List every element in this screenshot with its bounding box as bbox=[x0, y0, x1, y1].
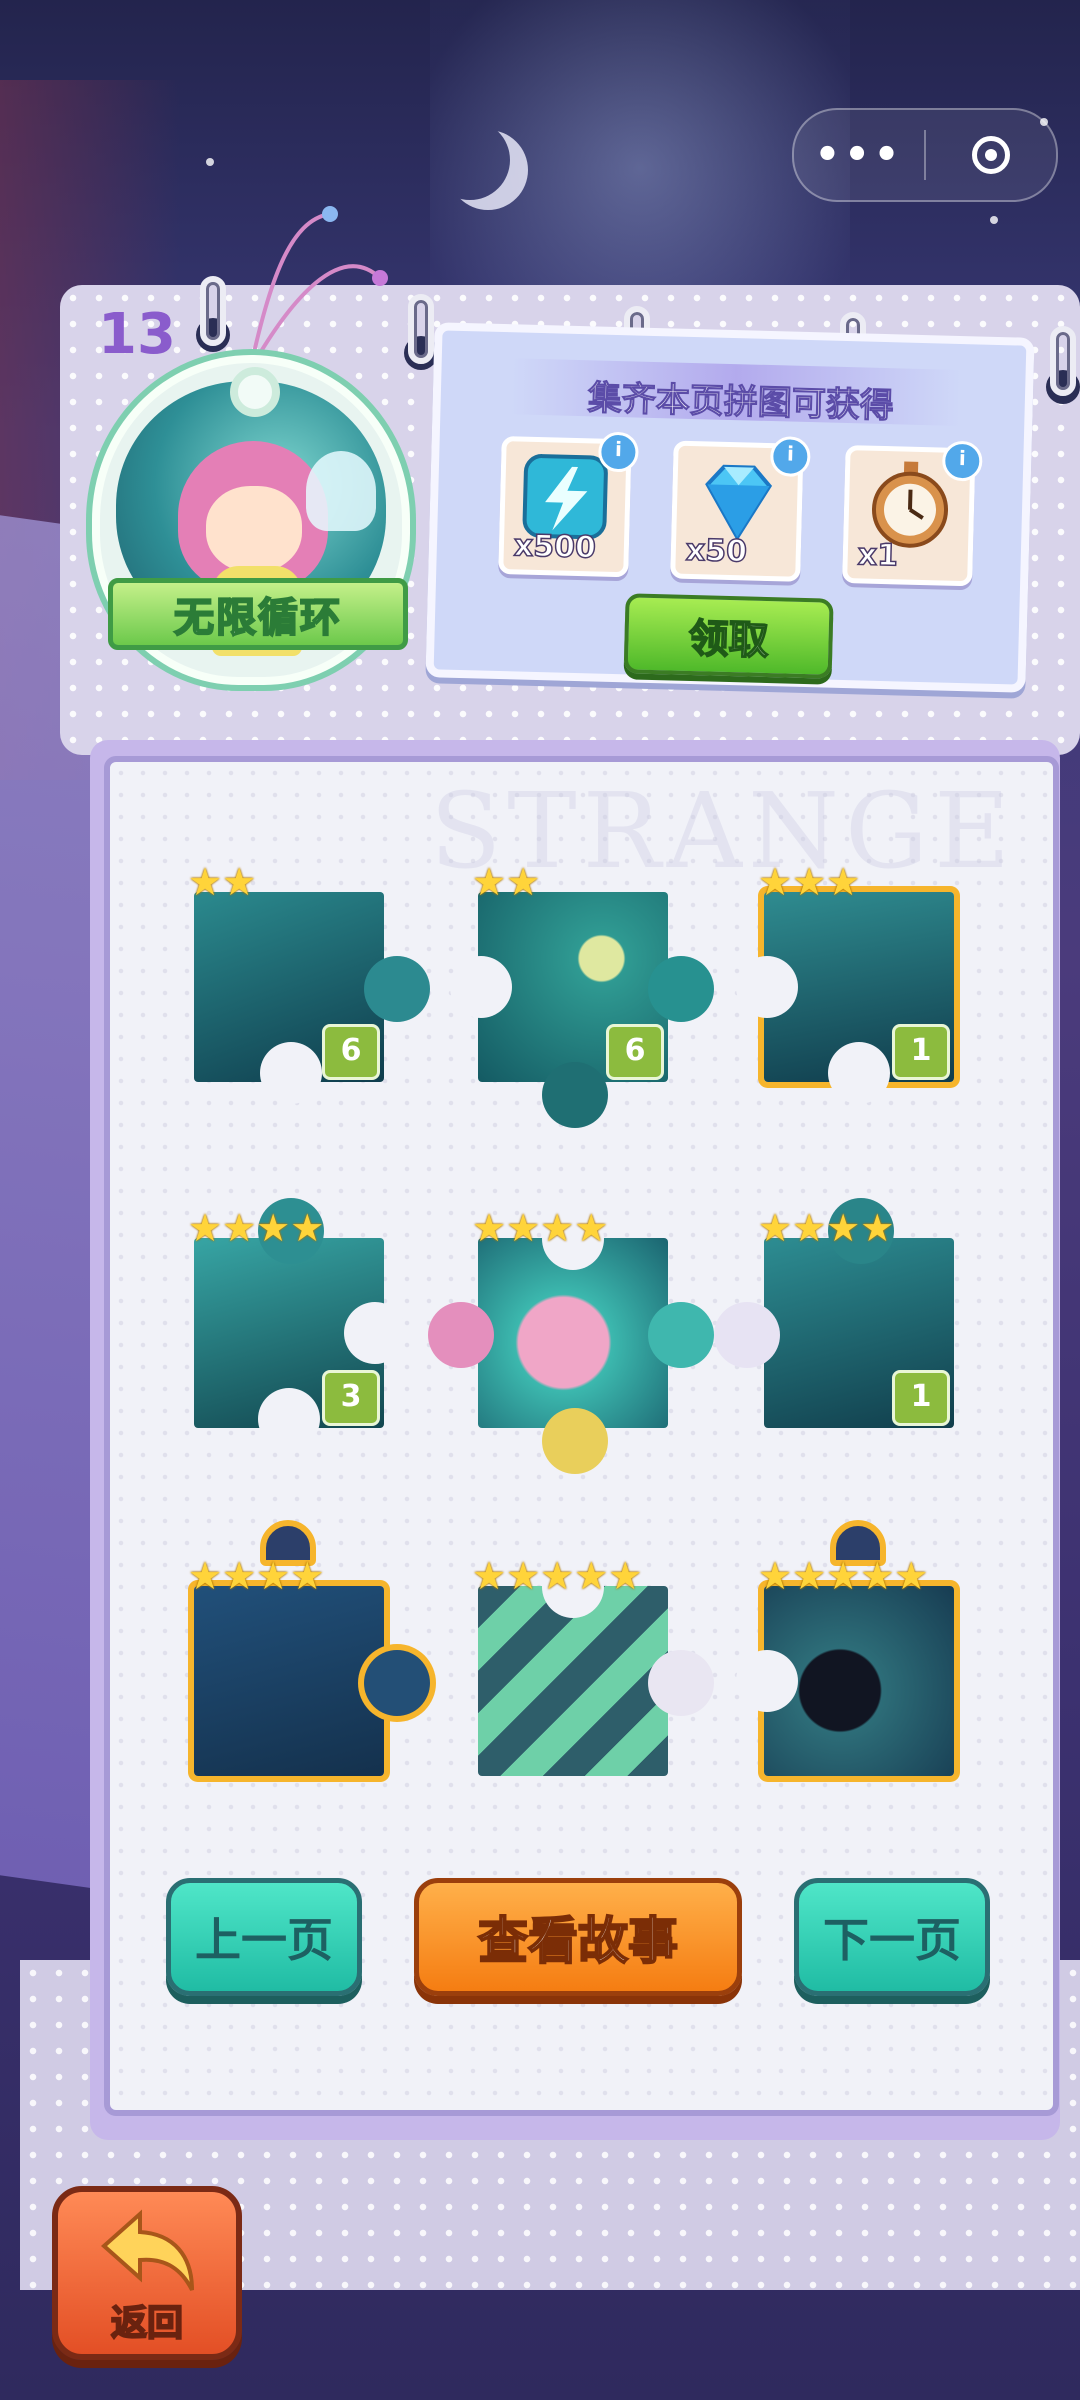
return-arrow-icon bbox=[100, 2209, 194, 2291]
star-rating: ★★ bbox=[472, 860, 541, 904]
reward-qty: x50 bbox=[685, 532, 749, 570]
sparkle bbox=[206, 158, 214, 166]
spiral-ring bbox=[1050, 326, 1076, 396]
reward-item-stopwatch[interactable]: x1 i bbox=[842, 440, 983, 587]
puzzle-tab bbox=[714, 1302, 780, 1368]
star-rating: ★★★★★ bbox=[472, 1554, 643, 1598]
piece-count-badge: 1 bbox=[892, 1370, 950, 1426]
piece-count-badge: 6 bbox=[606, 1024, 664, 1080]
miniprogram-capsule: ••• bbox=[792, 108, 1058, 202]
ghost-character bbox=[306, 451, 376, 531]
reward-item-diamond[interactable]: x50 i bbox=[670, 436, 811, 582]
next-page-button[interactable]: 下一页 bbox=[794, 1878, 990, 1996]
puzzle-tab bbox=[648, 1650, 714, 1716]
puzzle-notch bbox=[828, 1042, 890, 1104]
puzzle-piece-5[interactable]: ★★★★ bbox=[428, 1208, 714, 1474]
star-rating: ★★★★ bbox=[188, 1554, 325, 1598]
puzzle-tab bbox=[364, 1650, 430, 1716]
star-rating: ★★★ bbox=[758, 860, 861, 904]
puzzle-notch bbox=[344, 1302, 406, 1364]
star-rating: ★★★★ bbox=[472, 1206, 609, 1250]
puzzle-piece-9[interactable]: ★★★★★ bbox=[736, 1520, 964, 1786]
back-label: 返回 bbox=[110, 2302, 184, 2345]
star-rating: ★★ bbox=[188, 860, 257, 904]
info-icon[interactable]: i bbox=[597, 431, 639, 473]
star-rating: ★★★★ bbox=[758, 1206, 895, 1250]
puzzle-notch bbox=[260, 1042, 322, 1104]
reward-card: 集齐本页拼图可获得 x500 i x50 i x1 i 领取 bbox=[425, 322, 1035, 693]
puzzle-piece-8[interactable]: ★★★★★ bbox=[472, 1556, 714, 1786]
star-rating: ★★★★ bbox=[188, 1206, 325, 1250]
puzzle-notch bbox=[258, 1388, 320, 1450]
back-button[interactable]: 返回 bbox=[52, 2186, 242, 2360]
girl-face bbox=[206, 486, 302, 572]
view-story-button[interactable]: 查看故事 bbox=[414, 1878, 742, 1996]
background-moon bbox=[430, 120, 510, 200]
puzzle-piece-1[interactable]: ★★ 6 bbox=[188, 862, 430, 1104]
previous-page-button[interactable]: 上一页 bbox=[166, 1878, 362, 1996]
puzzle-tab bbox=[648, 956, 714, 1022]
puzzle-piece-2[interactable]: ★★ 6 bbox=[450, 862, 714, 1128]
spiral-ring bbox=[408, 294, 434, 364]
sparkle bbox=[990, 216, 998, 224]
puzzle-notch bbox=[736, 1650, 798, 1712]
puzzle-tab bbox=[364, 956, 430, 1022]
more-dots-icon[interactable]: ••• bbox=[794, 135, 924, 175]
puzzle-tab bbox=[648, 1302, 714, 1368]
puzzle-tab bbox=[542, 1408, 608, 1474]
info-icon[interactable]: i bbox=[941, 440, 983, 482]
piece-count-badge: 6 bbox=[322, 1024, 380, 1080]
puzzle-piece-3[interactable]: ★★★ 1 bbox=[736, 862, 964, 1104]
piece-count-badge: 1 bbox=[892, 1024, 950, 1080]
reward-qty: x500 bbox=[513, 528, 597, 567]
chapter-name-ribbon: 无限循环 bbox=[108, 578, 408, 650]
info-icon[interactable]: i bbox=[769, 436, 811, 478]
puzzle-tab bbox=[542, 1062, 608, 1128]
chapter-number: 13 bbox=[98, 302, 176, 367]
reward-item-energy[interactable]: x500 i bbox=[498, 431, 639, 578]
puzzle-piece-4[interactable]: ★★★★ 3 bbox=[188, 1198, 406, 1450]
badge-hang-hole bbox=[230, 367, 280, 417]
puzzle-notch bbox=[450, 956, 512, 1018]
puzzle-tab bbox=[428, 1302, 494, 1368]
puzzle-piece-image bbox=[194, 1586, 384, 1776]
puzzle-piece-7[interactable]: ★★★★ bbox=[188, 1520, 430, 1786]
spiral-ring bbox=[200, 276, 226, 346]
target-circle-icon[interactable] bbox=[926, 136, 1056, 174]
puzzle-notch bbox=[736, 956, 798, 1018]
puzzle-piece-6[interactable]: ★★★★ 1 bbox=[714, 1198, 964, 1438]
claim-button[interactable]: 领取 bbox=[623, 593, 834, 679]
reward-qty: x1 bbox=[857, 537, 900, 575]
piece-count-badge: 3 bbox=[322, 1370, 380, 1426]
star-rating: ★★★★★ bbox=[758, 1554, 929, 1598]
